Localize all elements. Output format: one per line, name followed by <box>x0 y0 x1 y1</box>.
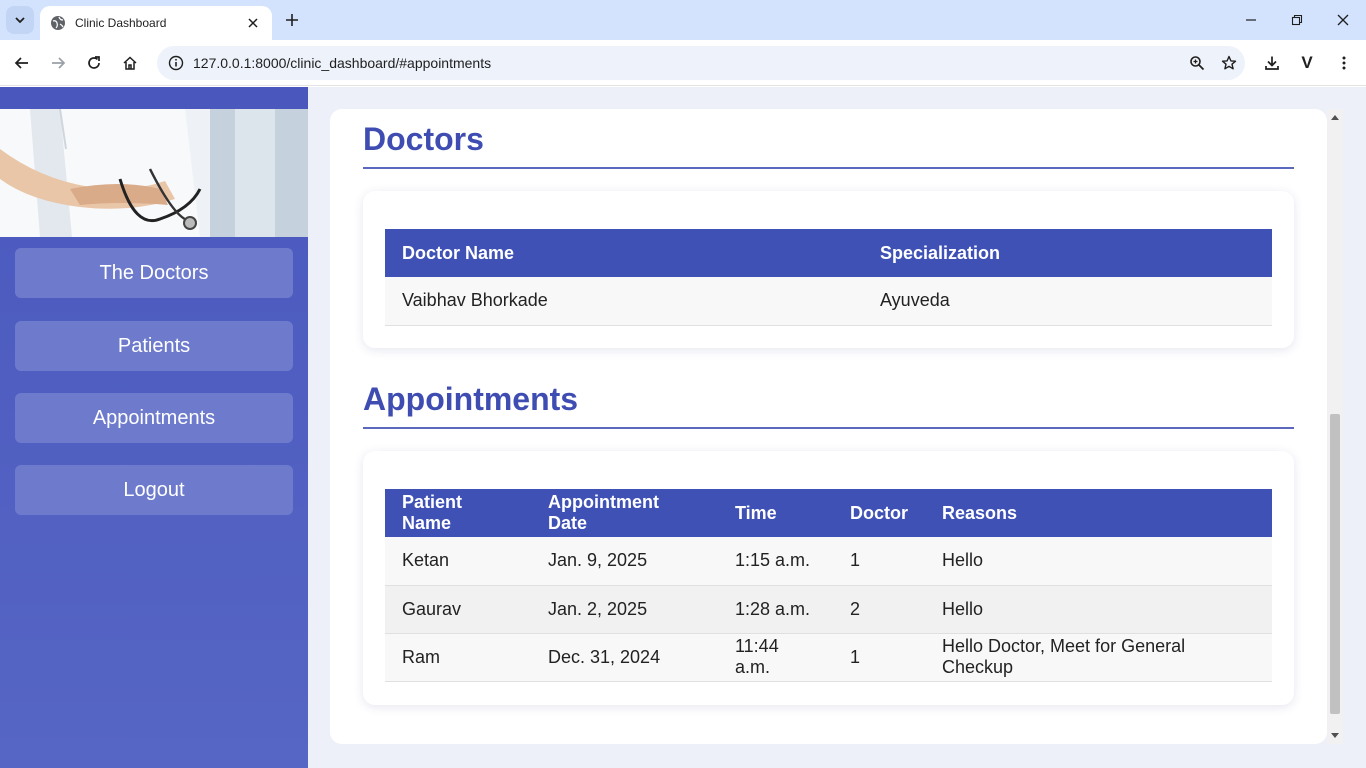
patient-name-cell: Gaurav <box>385 585 531 634</box>
browser-menu-button[interactable] <box>1330 49 1358 77</box>
table-row: Vaibhav Bhorkade Ayuveda <box>385 277 1272 326</box>
scrollbar-thumb[interactable] <box>1330 414 1340 714</box>
column-header-appointment-date[interactable]: Appointment Date <box>531 489 718 537</box>
patient-name-cell: Ram <box>385 633 531 682</box>
globe-icon <box>50 15 66 31</box>
doctors-divider <box>363 167 1294 169</box>
doctor-cell: 1 <box>833 537 925 586</box>
doctors-table: Doctor Name Specialization Vaibhav Bhork… <box>385 229 1272 326</box>
appointment-date-cell: Jan. 9, 2025 <box>531 537 718 586</box>
home-button[interactable] <box>116 49 144 77</box>
restore-icon <box>1291 14 1303 26</box>
appointments-table-header: Patient Name Appointment Date Time Docto… <box>385 489 1272 537</box>
profile-button[interactable]: V <box>1293 49 1321 77</box>
sidebar-item-patients[interactable]: Patients <box>15 321 293 371</box>
column-header-reasons[interactable]: Reasons <box>925 489 1272 537</box>
appointments-heading: Appointments <box>363 381 579 417</box>
column-header-specialization[interactable]: Specialization <box>863 229 1272 277</box>
address-bar[interactable]: 127.0.0.1:8000/clinic_dashboard/#appoint… <box>157 46 1245 80</box>
appointments-table-card: Patient Name Appointment Date Time Docto… <box>363 451 1294 705</box>
scroll-down-arrow-icon[interactable] <box>1327 728 1343 744</box>
sidebar-item-doctors[interactable]: The Doctors <box>15 248 293 298</box>
reason-cell: Hello <box>925 537 1272 586</box>
column-header-patient-name[interactable]: Patient Name <box>385 489 531 537</box>
appointments-table: Patient Name Appointment Date Time Docto… <box>385 489 1272 682</box>
back-button[interactable] <box>8 49 36 77</box>
arrow-left-icon <box>14 57 28 69</box>
browser-toolbar: 127.0.0.1:8000/clinic_dashboard/#appoint… <box>0 40 1366 86</box>
tab-title: Clinic Dashboard <box>75 16 167 30</box>
reload-button[interactable] <box>80 49 108 77</box>
doctor-cell: 2 <box>833 585 925 634</box>
main-content: Doctors Doctor Name Specialization Vaibh… <box>330 109 1327 744</box>
close-icon <box>1337 14 1349 26</box>
minimize-icon <box>1246 19 1256 21</box>
table-row: Ram Dec. 31, 2024 11:44 a.m. 1 Hello Doc… <box>385 633 1272 682</box>
table-row: Ketan Jan. 9, 2025 1:15 a.m. 1 Hello <box>385 537 1272 586</box>
appointment-date-cell: Dec. 31, 2024 <box>531 633 718 682</box>
arrow-right-icon <box>52 57 66 69</box>
time-cell: 1:15 a.m. <box>718 537 833 586</box>
appointments-divider <box>363 427 1294 429</box>
time-cell: 1:28 a.m. <box>718 585 833 634</box>
close-window-button[interactable] <box>1320 0 1366 40</box>
tab-search-button[interactable] <box>6 6 34 34</box>
downloads-button[interactable] <box>1258 49 1286 77</box>
profile-initial: V <box>1301 53 1313 72</box>
new-tab-button[interactable] <box>280 8 304 32</box>
reason-cell: Hello Doctor, Meet for General Checkup <box>925 633 1272 682</box>
column-header-doctor-name[interactable]: Doctor Name <box>385 229 863 277</box>
zoom-icon[interactable] <box>1181 46 1213 80</box>
tab-strip: Clinic Dashboard <box>0 0 1366 40</box>
sidebar-item-logout[interactable]: Logout <box>15 465 293 515</box>
active-tab[interactable]: Clinic Dashboard <box>40 6 272 40</box>
specialization-cell: Ayuveda <box>863 277 1272 326</box>
scroll-up-arrow-icon[interactable] <box>1327 109 1343 125</box>
column-header-time[interactable]: Time <box>718 489 833 537</box>
doctor-hero-image <box>0 109 308 237</box>
more-vertical-icon <box>1342 56 1346 70</box>
chevron-down-icon <box>15 17 25 24</box>
plus-icon <box>286 14 298 26</box>
patient-name-cell: Ketan <box>385 537 531 586</box>
doctor-name-cell: Vaibhav Bhorkade <box>385 277 863 326</box>
column-header-doctor[interactable]: Doctor <box>833 489 925 537</box>
url-text[interactable]: 127.0.0.1:8000/clinic_dashboard/#appoint… <box>193 55 1181 71</box>
doctors-heading: Doctors <box>363 121 484 157</box>
reload-icon <box>88 56 100 69</box>
home-icon <box>123 56 137 70</box>
main-scrollbar[interactable] <box>1327 109 1343 744</box>
doctors-table-card: Doctor Name Specialization Vaibhav Bhork… <box>363 191 1294 348</box>
site-info-icon[interactable] <box>159 46 193 80</box>
restore-button[interactable] <box>1274 0 1320 40</box>
appointment-date-cell: Jan. 2, 2025 <box>531 585 718 634</box>
sidebar: The Doctors Patients Appointments Logout <box>0 87 308 768</box>
forward-button[interactable] <box>44 49 72 77</box>
doctor-cell: 1 <box>833 633 925 682</box>
minimize-button[interactable] <box>1228 0 1274 40</box>
time-cell: 11:44 a.m. <box>718 633 833 682</box>
doctors-table-header: Doctor Name Specialization <box>385 229 1272 277</box>
reason-cell: Hello <box>925 585 1272 634</box>
page-viewport: The Doctors Patients Appointments Logout… <box>0 87 1366 768</box>
sidebar-item-appointments[interactable]: Appointments <box>15 393 293 443</box>
table-row: Gaurav Jan. 2, 2025 1:28 a.m. 2 Hello <box>385 585 1272 634</box>
download-icon <box>1265 56 1279 70</box>
close-tab-icon[interactable] <box>244 14 262 32</box>
bookmark-star-icon[interactable] <box>1213 46 1245 80</box>
